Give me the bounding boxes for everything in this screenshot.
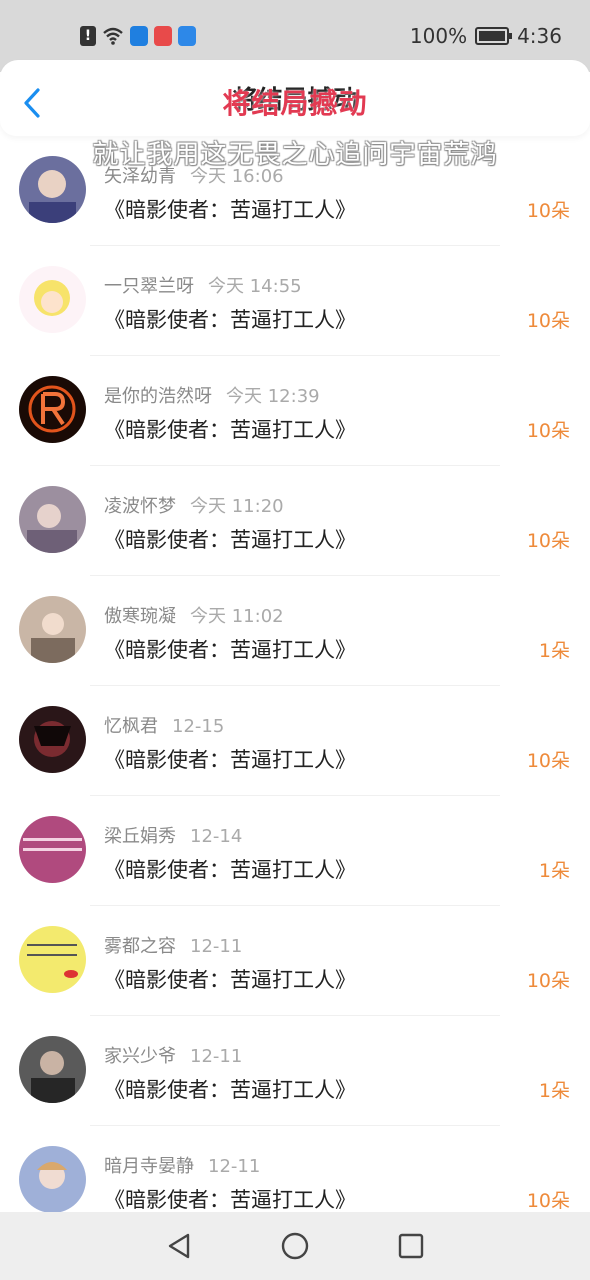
triangle-back-icon[interactable]: [164, 1231, 194, 1261]
list-item[interactable]: 凌波怀梦 今天 11:20 《暗影使者：苦逼打工人》 10朵: [0, 466, 590, 576]
list-item[interactable]: 傲寒琬凝 今天 11:02 《暗影使者：苦逼打工人》 1朵: [0, 576, 590, 686]
timestamp: 12-15: [172, 716, 225, 737]
avatar[interactable]: [19, 156, 86, 223]
wifi-icon: [103, 27, 123, 45]
gift-title: 《暗影使者：苦逼打工人》: [104, 198, 356, 222]
timestamp: 今天 11:20: [190, 496, 284, 517]
gift-title: 《暗影使者：苦逼打工人》: [104, 968, 356, 992]
square-recent-icon[interactable]: [396, 1231, 426, 1261]
system-nav-bar: [0, 1212, 590, 1280]
gift-title: 《暗影使者：苦逼打工人》: [104, 748, 356, 772]
flower-count: 10朵: [526, 1190, 570, 1212]
avatar[interactable]: [19, 486, 86, 553]
username: 雾都之容: [104, 936, 176, 957]
status-right: 100% 4:36: [410, 24, 562, 48]
list-item[interactable]: 忆枫君 12-15 《暗影使者：苦逼打工人》 10朵: [0, 686, 590, 796]
avatar[interactable]: [19, 926, 86, 993]
username: 暗月寺晏静: [104, 1156, 194, 1177]
list-item[interactable]: 梁丘娟秀 12-14 《暗影使者：苦逼打工人》 1朵: [0, 796, 590, 906]
avatar[interactable]: [19, 266, 86, 333]
list-item[interactable]: 矢泽幼青 今天 16:06 《暗影使者：苦逼打工人》 10朵: [0, 136, 590, 246]
list-item[interactable]: 雾都之容 12-11 《暗影使者：苦逼打工人》 10朵: [0, 906, 590, 1016]
weather-icon: [178, 26, 196, 46]
timestamp: 今天 11:02: [190, 606, 284, 627]
flower-count: 1朵: [538, 860, 570, 882]
circle-home-icon[interactable]: [280, 1231, 310, 1261]
avatar[interactable]: [19, 706, 86, 773]
flower-count: 10朵: [526, 200, 570, 222]
list-item[interactable]: 家兴少爷 12-11 《暗影使者：苦逼打工人》 1朵: [0, 1016, 590, 1126]
avatar[interactable]: [19, 596, 86, 663]
username: 凌波怀梦: [104, 496, 176, 517]
flower-count: 1朵: [538, 640, 570, 662]
username: 矢泽幼青: [104, 166, 176, 187]
alert-icon: !: [80, 26, 96, 46]
username: 是你的浩然呀: [104, 386, 212, 407]
gift-title: 《暗影使者：苦逼打工人》: [104, 528, 356, 552]
list-item[interactable]: 一只翠兰呀 今天 14:55 《暗影使者：苦逼打工人》 10朵: [0, 246, 590, 356]
overlay-title: 将结局撼动: [222, 87, 368, 120]
avatar[interactable]: [19, 1146, 86, 1213]
battery-icon: [475, 27, 513, 45]
username: 梁丘娟秀: [104, 826, 176, 847]
flower-count: 10朵: [526, 420, 570, 442]
username: 傲寒琬凝: [104, 606, 176, 627]
timestamp: 今天 16:06: [190, 166, 284, 187]
username: 忆枫君: [104, 716, 158, 737]
flower-count: 1朵: [538, 1080, 570, 1102]
clock: 4:36: [517, 24, 562, 48]
gift-title: 《暗影使者：苦逼打工人》: [104, 418, 356, 442]
app-notification-icon: [154, 26, 172, 46]
flower-count: 10朵: [526, 750, 570, 772]
username: 一只翠兰呀: [104, 276, 194, 297]
avatar[interactable]: [19, 376, 86, 443]
timestamp: 12-11: [190, 1046, 243, 1067]
list-item[interactable]: 是你的浩然呀 今天 12:39 《暗影使者：苦逼打工人》 10朵: [0, 356, 590, 466]
flower-count: 10朵: [526, 310, 570, 332]
timestamp: 12-11: [208, 1156, 261, 1177]
gift-title: 《暗影使者：苦逼打工人》: [104, 1188, 356, 1212]
username: 家兴少爷: [104, 1046, 176, 1067]
avatar[interactable]: [19, 816, 86, 883]
timestamp: 12-14: [190, 826, 243, 847]
battery-percent: 100%: [409, 24, 468, 48]
timestamp: 今天 12:39: [226, 386, 320, 407]
status-icons: !: [80, 26, 196, 46]
gift-list: 矢泽幼青 今天 16:06 《暗影使者：苦逼打工人》 10朵 一只翠兰呀 今天 14…: [0, 136, 590, 1236]
gift-title: 《暗影使者：苦逼打工人》: [104, 638, 356, 662]
timestamp: 12-11: [190, 936, 243, 957]
flower-count: 10朵: [526, 530, 570, 552]
gift-title: 《暗影使者：苦逼打工人》: [104, 308, 356, 332]
gift-title: 《暗影使者：苦逼打工人》: [104, 858, 356, 882]
timestamp: 今天 14:55: [208, 276, 302, 297]
gift-title: 《暗影使者：苦逼打工人》: [104, 1078, 356, 1102]
avatar[interactable]: [19, 1036, 86, 1103]
flower-count: 10朵: [526, 970, 570, 992]
app-notification-icon: [130, 26, 148, 46]
